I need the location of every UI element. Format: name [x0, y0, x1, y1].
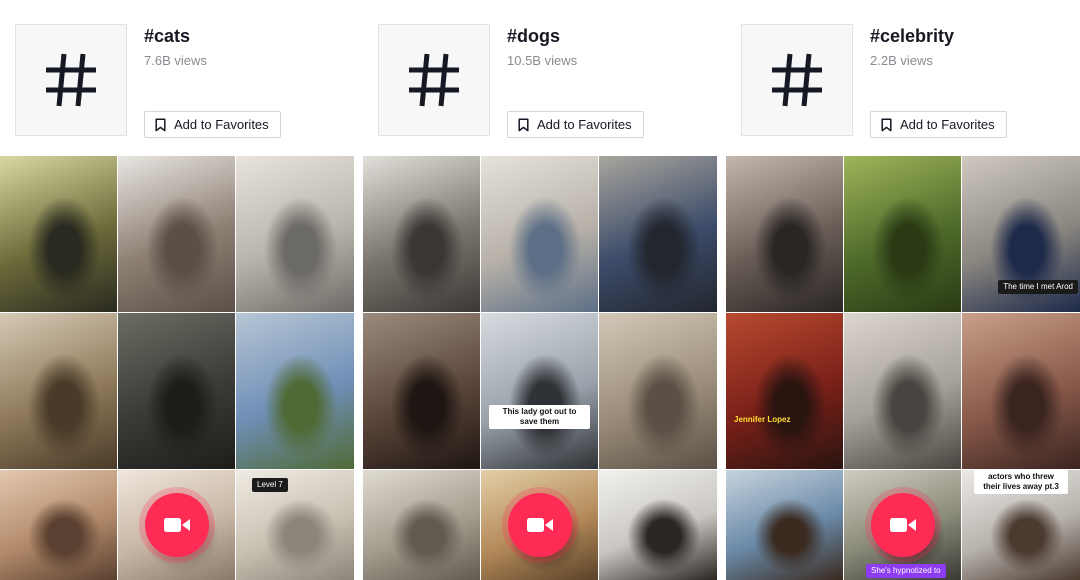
video-thumbnail[interactable]	[844, 313, 961, 469]
video-thumbnail[interactable]	[481, 470, 598, 580]
video-thumbnail[interactable]	[599, 470, 717, 580]
video-caption: The time I met Arod	[998, 280, 1078, 294]
video-caption: This lady got out to save them	[489, 405, 590, 429]
hashtag-thumbnail[interactable]	[741, 24, 853, 136]
hashtag-thumbnail[interactable]	[15, 24, 127, 136]
hashtag-card: #cats 7.6B views Add to Favorites Level 7	[0, 0, 354, 580]
video-thumbnail[interactable]	[0, 313, 117, 469]
hashtag-icon	[46, 53, 96, 107]
view-count: 10.5B views	[507, 53, 578, 68]
video-thumbnail[interactable]	[363, 470, 480, 580]
video-thumbnail[interactable]: The time I met Arod	[962, 156, 1080, 312]
video-grid: The time I met Arod Jennifer Lopez She's h…	[726, 156, 1080, 580]
bookmark-icon	[518, 117, 529, 131]
video-thumbnail[interactable]	[599, 156, 717, 312]
video-thumbnail[interactable]: She's hypnotized to	[844, 470, 961, 580]
video-thumbnail[interactable]	[0, 156, 117, 312]
video-camera-icon	[526, 518, 553, 532]
hashtag-header: #celebrity 2.2B views Add to Favorites	[726, 0, 1080, 150]
video-thumbnail[interactable]: Level 7	[236, 470, 354, 580]
video-thumbnail[interactable]	[844, 156, 961, 312]
video-thumbnail[interactable]	[962, 313, 1080, 469]
video-camera-icon	[163, 518, 190, 532]
hashtag-title[interactable]: #cats	[144, 26, 190, 47]
video-grid: Level 7	[0, 156, 354, 580]
video-thumbnail[interactable]	[363, 156, 480, 312]
video-thumbnail[interactable]	[236, 156, 354, 312]
video-thumbnail[interactable]	[236, 313, 354, 469]
video-thumbnail[interactable]	[363, 313, 480, 469]
video-thumbnail[interactable]	[118, 156, 235, 312]
record-button[interactable]	[870, 493, 935, 557]
view-count: 7.6B views	[144, 53, 207, 68]
hashtag-card: #celebrity 2.2B views Add to Favorites The …	[726, 0, 1080, 580]
bookmark-icon	[881, 117, 892, 131]
hashtag-header: #dogs 10.5B views Add to Favorites	[363, 0, 717, 150]
video-thumbnail[interactable]	[726, 156, 843, 312]
video-caption: Jennifer Lopez	[734, 415, 791, 424]
video-thumbnail[interactable]	[599, 313, 717, 469]
record-button[interactable]	[144, 493, 209, 557]
video-thumbnail[interactable]	[481, 156, 598, 312]
view-count: 2.2B views	[870, 53, 933, 68]
add-to-favorites-button[interactable]: Add to Favorites	[507, 111, 644, 138]
video-thumbnail[interactable]	[726, 470, 843, 580]
video-caption: actors who threw their lives away pt.3	[974, 470, 1068, 494]
add-to-favorites-label: Add to Favorites	[174, 117, 269, 132]
video-thumbnail[interactable]	[118, 470, 235, 580]
add-to-favorites-label: Add to Favorites	[900, 117, 995, 132]
hashtag-icon	[409, 53, 459, 107]
record-button[interactable]	[507, 493, 572, 557]
add-to-favorites-button[interactable]: Add to Favorites	[144, 111, 281, 138]
video-thumbnail[interactable]	[118, 313, 235, 469]
video-thumbnail[interactable]	[0, 470, 117, 580]
hashtag-title[interactable]: #celebrity	[870, 26, 954, 47]
hashtag-thumbnail[interactable]	[378, 24, 490, 136]
video-camera-icon	[889, 518, 916, 532]
hashtag-card: #dogs 10.5B views Add to Favorites This lad…	[363, 0, 717, 580]
add-to-favorites-button[interactable]: Add to Favorites	[870, 111, 1007, 138]
hashtag-title[interactable]: #dogs	[507, 26, 560, 47]
video-thumbnail[interactable]: This lady got out to save them	[481, 313, 598, 469]
video-grid: This lady got out to save them	[363, 156, 717, 580]
video-thumbnail[interactable]: Jennifer Lopez	[726, 313, 843, 469]
hashtag-icon	[772, 53, 822, 107]
video-caption: She's hypnotized to	[866, 564, 946, 578]
video-caption: Level 7	[252, 478, 288, 492]
bookmark-icon	[155, 117, 166, 131]
add-to-favorites-label: Add to Favorites	[537, 117, 632, 132]
hashtag-header: #cats 7.6B views Add to Favorites	[0, 0, 354, 150]
video-thumbnail[interactable]: actors who threw their lives away pt.3	[962, 470, 1080, 580]
